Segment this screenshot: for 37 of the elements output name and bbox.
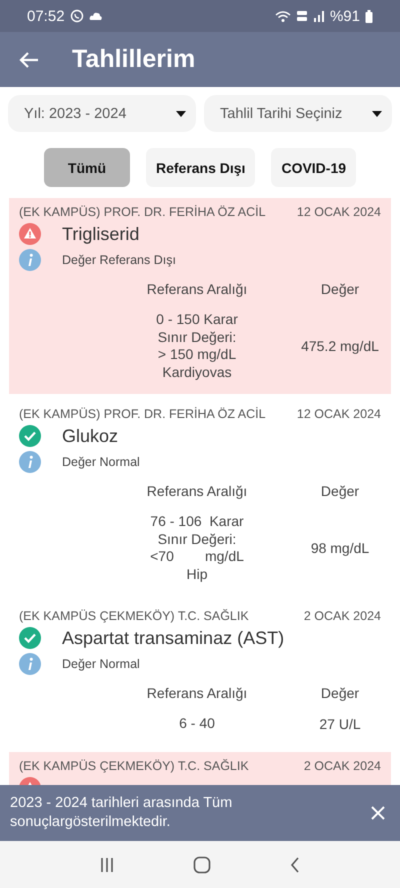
column-header: Değer [320,685,360,701]
result-date: 2 OCAK 2024 [304,609,381,623]
result-date: 2 OCAK 2024 [304,758,381,772]
reference-range: 76 - 106 Karar Sınır Değeri: <70 mg/dL Hip [149,513,245,583]
result-date: 12 OCAK 2024 [296,205,381,219]
result-card[interactable]: (EK KAMPÜS ÇEKMEKÖY) T.C. SAĞLIK 2 OCAK 2024 Aspartat transaminaz (AST) Değer Normal Referans Aralığı Değer 6 - 40 27 U/L [9,602,391,746]
column-header: Referans Aralığı [146,483,248,499]
dropdown[interactable]: Yıl: 2023 - 2024 [8,95,196,132]
result-date: 12 OCAK 2024 [296,407,381,421]
reference-range: 0 - 150 Karar Sınır Değeri: > 150 mg/dL Kardiyovas [155,311,239,381]
status-note: Değer Normal [62,455,140,469]
result-value: 27 U/L [318,716,362,732]
filter-chip[interactable]: COVID-19 [271,148,356,187]
reference-range: 6 - 40 [178,715,216,732]
test-name: Trigliserid [62,224,140,244]
dropdown[interactable]: Tahlil Tarihi Seçiniz [204,95,392,132]
filter-chip[interactable]: Referans Dışı [146,148,256,187]
institution-name: (EK KAMPÜS ÇEKMEKÖY) T.C. SAĞLIK [19,758,249,772]
column-header: Referans Aralığı [146,685,248,701]
status-note: Değer Normal [62,657,140,671]
institution-name: (EK KAMPÜS) PROF. DR. FERİHA ÖZ ACİL [19,205,266,219]
status-note: Değer Referans Dışı [62,253,176,267]
column-header: Değer [320,281,360,297]
column-header: Referans Aralığı [146,281,248,297]
result-card[interactable]: (EK KAMPÜS) PROF. DR. FERİHA ÖZ ACİL 12 OCAK 2024 Trigliserid Değer Referans Dışı Referans Aralığı Değer 0 - 150 Karar Sınır Değeri: > 150 mg/dL Kardiyovas 475.2 mg/dL [9,198,391,394]
result-value: 98 mg/dL [310,540,370,556]
result-value: 475.2 mg/dL [300,338,380,354]
test-name: Glukoz [62,426,118,446]
page-title: Tahlillerim [72,45,196,74]
institution-name: (EK KAMPÜS) PROF. DR. FERİHA ÖZ ACİL [19,407,266,421]
institution-name: (EK KAMPÜS ÇEKMEKÖY) T.C. SAĞLIK [19,609,249,623]
status-time: 07:52 [27,8,65,24]
battery-percent: %91 [330,8,360,24]
filter-chip[interactable]: Tümü [44,148,130,187]
column-header: Değer [320,483,360,499]
test-name: Aspartat transaminaz (AST) [62,628,284,648]
result-card[interactable]: (EK KAMPÜS) PROF. DR. FERİHA ÖZ ACİL 12 OCAK 2024 Glukoz Değer Normal Referans Aralığı Değer 76 - 106 Karar Sınır Değeri: <70 mg/dL Hip 98 mg/dL [9,400,391,596]
